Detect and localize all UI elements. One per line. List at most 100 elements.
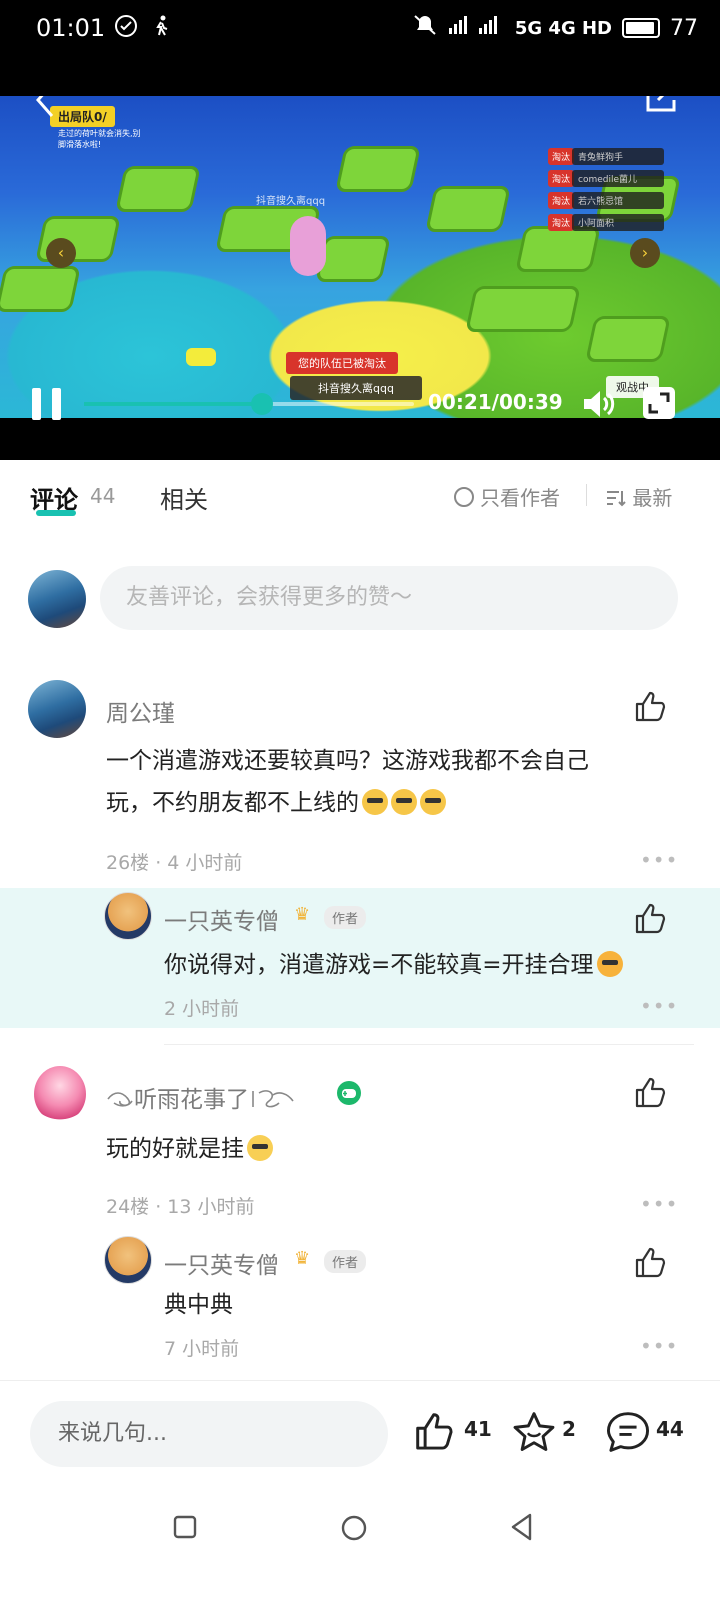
reply-meta: 2 小时前 [164, 998, 240, 1020]
time-current: 00:21 [428, 390, 492, 414]
avatar[interactable] [28, 570, 86, 628]
player-name: 小阿面积 [572, 214, 664, 231]
reply-author[interactable]: 一只英专僧 [164, 902, 279, 936]
comment-text: 玩的好就是挂 [106, 1128, 273, 1170]
reply-text: 你说得对，消遣游戏=不能较真=开挂合理 [164, 944, 623, 986]
player-tag: 淘汰 [548, 214, 575, 231]
thumbs-up-icon[interactable] [634, 902, 668, 936]
player-tag: 淘汰 [548, 170, 575, 187]
more-icon[interactable]: ••• [640, 1192, 678, 1216]
smile-emoji-icon [247, 1135, 273, 1161]
comment-meta: 26楼 · 4 小时前 [106, 852, 243, 874]
reply-meta: 7 小时前 [164, 1338, 240, 1360]
comment-input[interactable]: 友善评论，会获得更多的赞～ [100, 566, 678, 630]
reply-author[interactable]: 一只英专僧 [164, 1246, 279, 1280]
progress-track[interactable] [84, 402, 414, 406]
team-note: 走过的荷叶就会消失,别脚滑落水啦! [58, 129, 141, 149]
author-only-toggle[interactable]: 只看作者 [454, 482, 560, 511]
more-icon[interactable]: ••• [640, 994, 678, 1018]
avatar[interactable] [104, 1236, 152, 1284]
sort-label: 最新 [632, 486, 673, 510]
thumbs-up-icon[interactable] [634, 1076, 668, 1110]
network-label: 5G 4G HD [514, 17, 612, 39]
crown-icon: ♛ [294, 904, 311, 925]
video-prev-arrow-icon[interactable]: ‹ [46, 238, 76, 268]
sort-icon [607, 491, 626, 507]
video-frame: 出局队0/ 走过的荷叶就会消失,别脚滑落水啦! 抖音搜久离qqq 淘汰 青兔鲜狗… [0, 96, 720, 418]
author-badge: 作者 [324, 906, 367, 929]
recent-apps-icon[interactable] [172, 1514, 198, 1540]
reply-text-content: 你说得对，消遣游戏=不能较真=开挂合理 [164, 952, 594, 978]
divider [164, 1044, 694, 1045]
gamepad-icon [337, 1081, 361, 1105]
comment-tabs: 评论 44 相关 只看作者 最新 [0, 460, 720, 540]
cool-emoji-icon [391, 789, 417, 815]
status-bar: 01:01 5G 4G HD 77 [0, 0, 720, 96]
system-navigation-bar [0, 1490, 720, 1600]
comment-total: 44 [656, 1417, 684, 1441]
wind-flourish-icon [252, 1090, 294, 1108]
eliminated-banner: 您的队伍已被淘汰 [286, 352, 398, 374]
home-icon[interactable] [340, 1514, 368, 1542]
avatar[interactable] [28, 680, 86, 738]
volume-icon[interactable] [580, 386, 616, 426]
comment-text-line: 一个消遣游戏还要较真吗？这游戏我都不会自己 [106, 748, 589, 774]
comment-count: 44 [90, 484, 116, 508]
grin-emoji-icon [596, 951, 623, 977]
thumbs-up-icon[interactable] [414, 1411, 456, 1453]
walking-icon [150, 14, 174, 44]
bottom-action-bar: 来说几句... 41 2 44 [0, 1380, 720, 1491]
reply-text: 典中典 [164, 1292, 233, 1318]
author-only-label: 只看作者 [480, 486, 560, 510]
signal-icon [447, 14, 505, 42]
author-badge: 作者 [324, 1250, 367, 1273]
player-name: 若六熊忌馆 [572, 192, 664, 209]
cool-emoji-icon [362, 789, 388, 815]
share-icon[interactable] [640, 96, 680, 122]
player-tag: 淘汰 [548, 148, 575, 165]
tab-related[interactable]: 相关 [160, 480, 208, 515]
like-count: 41 [464, 1417, 492, 1441]
favorite-star-icon[interactable] [512, 1411, 556, 1453]
tab-active-indicator [36, 510, 76, 516]
comment-author-name: 听雨花事了 [134, 1087, 249, 1113]
battery-icon [622, 18, 660, 38]
cool-emoji-icon [420, 789, 446, 815]
sort-toggle[interactable]: 最新 [606, 482, 672, 511]
player-tag: 淘汰 [548, 192, 575, 209]
video-player[interactable]: 出局队0/ 走过的荷叶就会消失,别脚滑落水啦! 抖音搜久离qqq 淘汰 青兔鲜狗… [0, 96, 720, 460]
avatar[interactable] [104, 892, 152, 940]
more-icon[interactable]: ••• [640, 1334, 678, 1358]
comment-bubble-icon[interactable] [606, 1411, 650, 1453]
comment-text-line: 玩，不约朋友都不上线的 [106, 790, 359, 816]
back-nav-icon[interactable] [508, 1512, 536, 1542]
comment-text: 一个消遣游戏还要较真吗？这游戏我都不会自己 玩，不约朋友都不上线的 [106, 740, 589, 824]
mute-icon [413, 14, 437, 42]
status-time: 01:01 [36, 14, 106, 42]
quick-comment-input[interactable]: 来说几句... [30, 1401, 388, 1467]
check-circle-icon [114, 14, 138, 44]
pause-icon[interactable] [30, 386, 64, 426]
more-icon[interactable]: ••• [640, 848, 678, 872]
video-controls: 00:21/00:39 [0, 386, 720, 426]
comment-author[interactable]: 周公瑾 [106, 694, 175, 728]
crown-icon: ♛ [294, 1248, 311, 1269]
fullscreen-icon[interactable] [642, 386, 676, 424]
comment-meta: 24楼 · 13 小时前 [106, 1196, 255, 1218]
time-total: 00:39 [498, 390, 563, 414]
comment-author[interactable]: 听雨花事了 [106, 1080, 301, 1114]
thumbs-up-icon[interactable] [634, 1246, 668, 1280]
back-icon[interactable] [32, 96, 62, 124]
thumbs-up-icon[interactable] [634, 690, 668, 724]
comment-text-content: 玩的好就是挂 [106, 1136, 244, 1162]
progress-played [84, 402, 262, 406]
player-name: 青兔鲜狗手 [572, 148, 664, 165]
video-next-arrow-icon[interactable]: › [630, 238, 660, 268]
divider [586, 484, 587, 506]
favorite-count: 2 [562, 1417, 576, 1441]
video-watermark: 抖音搜久离qqq [256, 196, 326, 207]
battery-level: 77 [670, 15, 698, 41]
player-name: comedile菌儿 [572, 170, 664, 187]
avatar[interactable] [34, 1066, 86, 1122]
progress-knob[interactable] [251, 393, 273, 415]
